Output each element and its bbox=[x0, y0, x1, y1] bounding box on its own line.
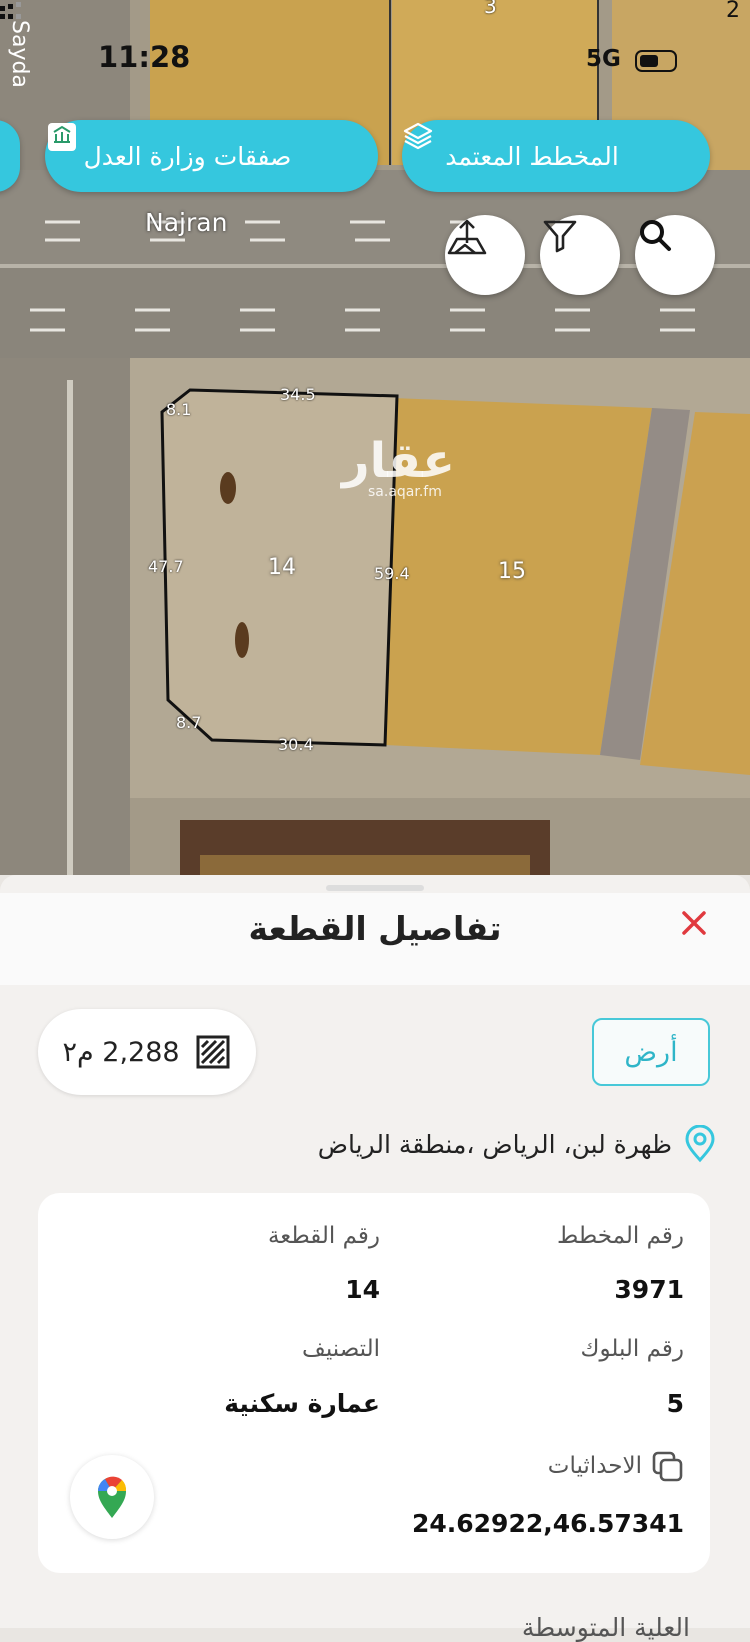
coordinates-label: الاحداثيات bbox=[547, 1453, 642, 1479]
filter-button[interactable] bbox=[540, 215, 620, 295]
plot-details-sheet: تفاصيل القطعة 2,288 م٢ أرض ظهرة لبن، الر… bbox=[0, 875, 750, 1642]
share-map-button[interactable] bbox=[445, 215, 525, 295]
plan-number-label: رقم المخطط bbox=[557, 1223, 684, 1249]
area-value: 2,288 م٢ bbox=[62, 1036, 180, 1068]
copy-icon[interactable] bbox=[650, 1449, 684, 1483]
google-maps-icon bbox=[98, 1476, 127, 1518]
dimension-label: 59.4 bbox=[374, 564, 410, 583]
classification-value: عمارة سكنية bbox=[224, 1389, 380, 1418]
classification-label: التصنيف bbox=[302, 1336, 380, 1362]
watermark-url: sa.aqar.fm bbox=[368, 484, 442, 500]
approved-plan-label: المخطط المعتمد bbox=[445, 141, 619, 171]
status-time: 11:28 bbox=[98, 40, 191, 74]
street-label-sayda: Sayda bbox=[7, 20, 32, 88]
location-pin-icon bbox=[685, 1125, 715, 1163]
map-view[interactable]: Sayda 11:28 5G 3 2 صفقات وزارة العدل الم… bbox=[0, 0, 750, 875]
street-label-najran: Najran bbox=[145, 208, 228, 237]
approved-plan-button[interactable]: المخطط المعتمد bbox=[402, 120, 710, 192]
open-in-google-maps-button[interactable] bbox=[70, 1455, 154, 1539]
dimension-label: 34.5 bbox=[280, 385, 316, 404]
location-row: ظهرة لبن، الرياض ،منطقة الرياض bbox=[318, 1125, 718, 1163]
dimension-label: 8.1 bbox=[166, 400, 192, 419]
details-card: رقم المخطط 3971 رقم القطعة 14 رقم البلوك… bbox=[38, 1193, 710, 1573]
battery-icon bbox=[635, 50, 677, 72]
layers-icon bbox=[403, 122, 667, 174]
property-type-tag[interactable]: أرض bbox=[592, 1018, 710, 1086]
block-number-value: 5 bbox=[666, 1389, 684, 1418]
coordinates-value: 24.62922,46.57341 bbox=[411, 1509, 684, 1538]
sheet-title: تفاصيل القطعة bbox=[248, 909, 502, 948]
search-icon bbox=[640, 220, 671, 251]
map-corner-number: 3 bbox=[484, 0, 497, 18]
close-button[interactable] bbox=[676, 905, 712, 941]
plot-number-value: 14 bbox=[345, 1275, 380, 1304]
block-number-label: رقم البلوك bbox=[580, 1336, 684, 1362]
drag-handle[interactable] bbox=[326, 885, 424, 891]
location-text: ظهرة لبن، الرياض ،منطقة الرياض bbox=[317, 1129, 672, 1159]
dimension-label: 30.4 bbox=[278, 735, 314, 754]
search-button[interactable] bbox=[635, 215, 715, 295]
area-badge: 2,288 م٢ bbox=[38, 1009, 256, 1095]
close-icon bbox=[682, 911, 706, 935]
plan-number-value: 3971 bbox=[614, 1275, 684, 1304]
ministry-logo-icon bbox=[48, 123, 339, 174]
area-icon bbox=[196, 1035, 230, 1069]
filter-icon bbox=[543, 220, 577, 253]
map-corner-number: 2 bbox=[726, 0, 740, 23]
justice-deals-button[interactable]: صفقات وزارة العدل bbox=[45, 120, 378, 192]
plot-number-15[interactable]: 15 bbox=[498, 559, 526, 584]
watermark-logo: عقار bbox=[342, 433, 455, 489]
coordinates-row[interactable]: الاحداثيات bbox=[548, 1449, 684, 1483]
network-type: 5G bbox=[586, 46, 621, 72]
plot-number-14[interactable]: 14 bbox=[268, 555, 296, 580]
signal-icon bbox=[0, 2, 21, 19]
plot-number-label: رقم القطعة bbox=[267, 1223, 380, 1249]
share-map-icon bbox=[447, 219, 487, 255]
dimension-label: 47.7 bbox=[148, 557, 184, 576]
justice-deals-label: صفقات وزارة العدل bbox=[83, 141, 292, 171]
dimension-label: 8.7 bbox=[176, 713, 202, 732]
